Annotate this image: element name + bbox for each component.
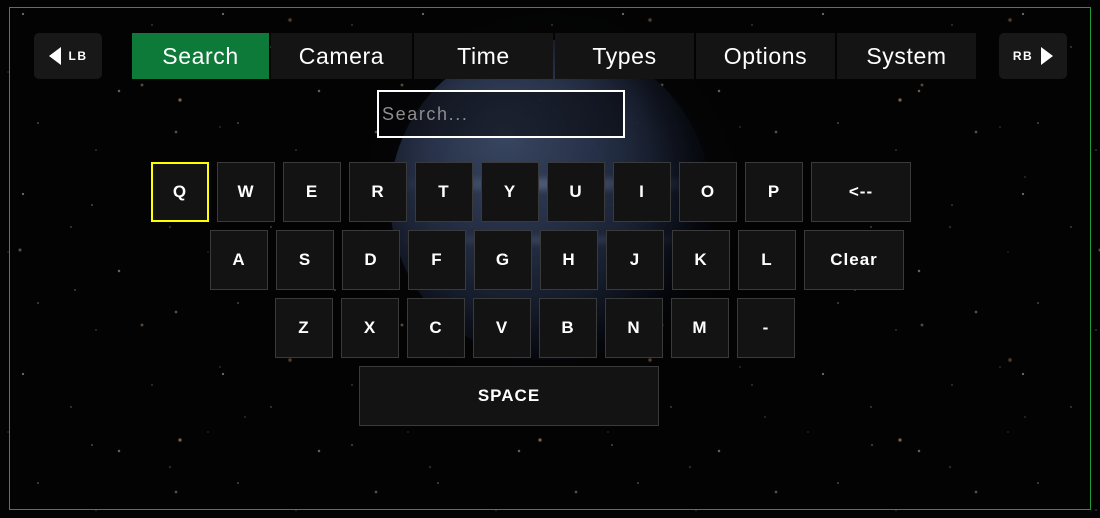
key-j[interactable]: J [606, 230, 664, 290]
key-v-label: V [495, 318, 509, 337]
tab-types-label: Types [592, 42, 657, 69]
tab-options-label: Options [723, 42, 808, 69]
key-r[interactable]: R [349, 162, 407, 222]
tab-camera[interactable]: Camera [271, 33, 412, 79]
key-space[interactable]: SPACE [359, 366, 659, 426]
key-w-label: W [237, 182, 255, 201]
key-x-label: X [363, 318, 377, 337]
key-b-label: B [561, 318, 575, 337]
triangle-right-icon [1041, 47, 1054, 65]
key-backspace-label: <-- [848, 182, 874, 201]
tab-types[interactable]: Types [555, 33, 694, 79]
key-backspace[interactable]: <-- [811, 162, 911, 222]
key-g[interactable]: G [474, 230, 532, 290]
key-q-label: Q [172, 182, 188, 201]
app-screen: LB Search Camera Time Types Options Syst… [0, 0, 1100, 518]
right-bumper-label: RB [1012, 49, 1034, 63]
key-i-label: I [639, 182, 645, 201]
key-hyphen-label: - [762, 318, 770, 337]
key-k[interactable]: K [672, 230, 730, 290]
key-space-label: SPACE [477, 386, 541, 405]
key-x[interactable]: X [341, 298, 399, 358]
key-h[interactable]: H [540, 230, 598, 290]
keyboard-row-3: ZXCVBNM- [275, 298, 1100, 358]
key-a-label: A [232, 250, 246, 269]
key-d-label: D [364, 250, 378, 269]
key-s-label: S [298, 250, 312, 269]
key-o[interactable]: O [679, 162, 737, 222]
tab-time-label: Time [457, 42, 510, 69]
key-b[interactable]: B [539, 298, 597, 358]
key-d[interactable]: D [342, 230, 400, 290]
key-y[interactable]: Y [481, 162, 539, 222]
keyboard-row-4: SPACE [359, 366, 1100, 426]
key-l-label: L [761, 250, 773, 269]
key-e[interactable]: E [283, 162, 341, 222]
search-placeholder: Search... [382, 103, 469, 124]
tab-system[interactable]: System [837, 33, 976, 79]
key-z[interactable]: Z [275, 298, 333, 358]
key-e-label: E [305, 182, 319, 201]
key-n[interactable]: N [605, 298, 663, 358]
key-u[interactable]: U [547, 162, 605, 222]
key-clear-label: Clear [830, 250, 878, 269]
key-clear[interactable]: Clear [804, 230, 904, 290]
key-j-label: J [629, 250, 641, 269]
key-m-label: M [692, 318, 708, 337]
key-r-label: R [371, 182, 385, 201]
key-t-label: T [438, 182, 450, 201]
tab-time[interactable]: Time [414, 33, 553, 79]
right-bumper-button[interactable]: RB [999, 33, 1067, 79]
key-i[interactable]: I [613, 162, 671, 222]
key-w[interactable]: W [217, 162, 275, 222]
key-l[interactable]: L [738, 230, 796, 290]
key-g-label: G [495, 250, 511, 269]
key-p[interactable]: P [745, 162, 803, 222]
key-c[interactable]: C [407, 298, 465, 358]
key-f[interactable]: F [408, 230, 466, 290]
keyboard-row-2: A S D F G H J K L Clear [210, 230, 1100, 290]
top-navigation-bar: LB Search Camera Time Types Options Syst… [0, 33, 1100, 81]
key-q[interactable]: Q [151, 162, 209, 222]
key-c-label: C [429, 318, 443, 337]
triangle-left-icon [48, 47, 61, 65]
key-h-label: H [562, 250, 576, 269]
key-hyphen[interactable]: - [737, 298, 795, 358]
key-k-label: K [694, 250, 708, 269]
key-n-label: N [627, 318, 641, 337]
key-y-label: Y [503, 182, 517, 201]
key-p-label: P [767, 182, 781, 201]
tab-options[interactable]: Options [696, 33, 835, 79]
tab-search-label: Search [162, 42, 239, 69]
tab-system-label: System [866, 42, 947, 69]
keyboard-row-1: Q W E R T Y U I O P <-- [151, 162, 1100, 222]
on-screen-keyboard: Q W E R T Y U I O P <-- A S D F G H J K L Clear Z X C V B N M - SP… [0, 162, 1100, 434]
key-m[interactable]: M [671, 298, 729, 358]
key-o-label: O [700, 182, 716, 201]
key-u-label: U [569, 182, 583, 201]
tab-list: Search Camera Time Types Options System [132, 33, 976, 79]
left-bumper-button[interactable]: LB [34, 33, 102, 79]
key-s[interactable]: S [276, 230, 334, 290]
search-input[interactable]: Search... [377, 90, 625, 138]
tab-search[interactable]: Search [132, 33, 269, 79]
left-bumper-label: LB [68, 49, 88, 63]
key-f-label: F [431, 250, 443, 269]
key-a[interactable]: A [210, 230, 268, 290]
tab-camera-label: Camera [298, 42, 385, 69]
key-z-label: Z [298, 318, 310, 337]
key-t[interactable]: T [415, 162, 473, 222]
key-v[interactable]: V [473, 298, 531, 358]
